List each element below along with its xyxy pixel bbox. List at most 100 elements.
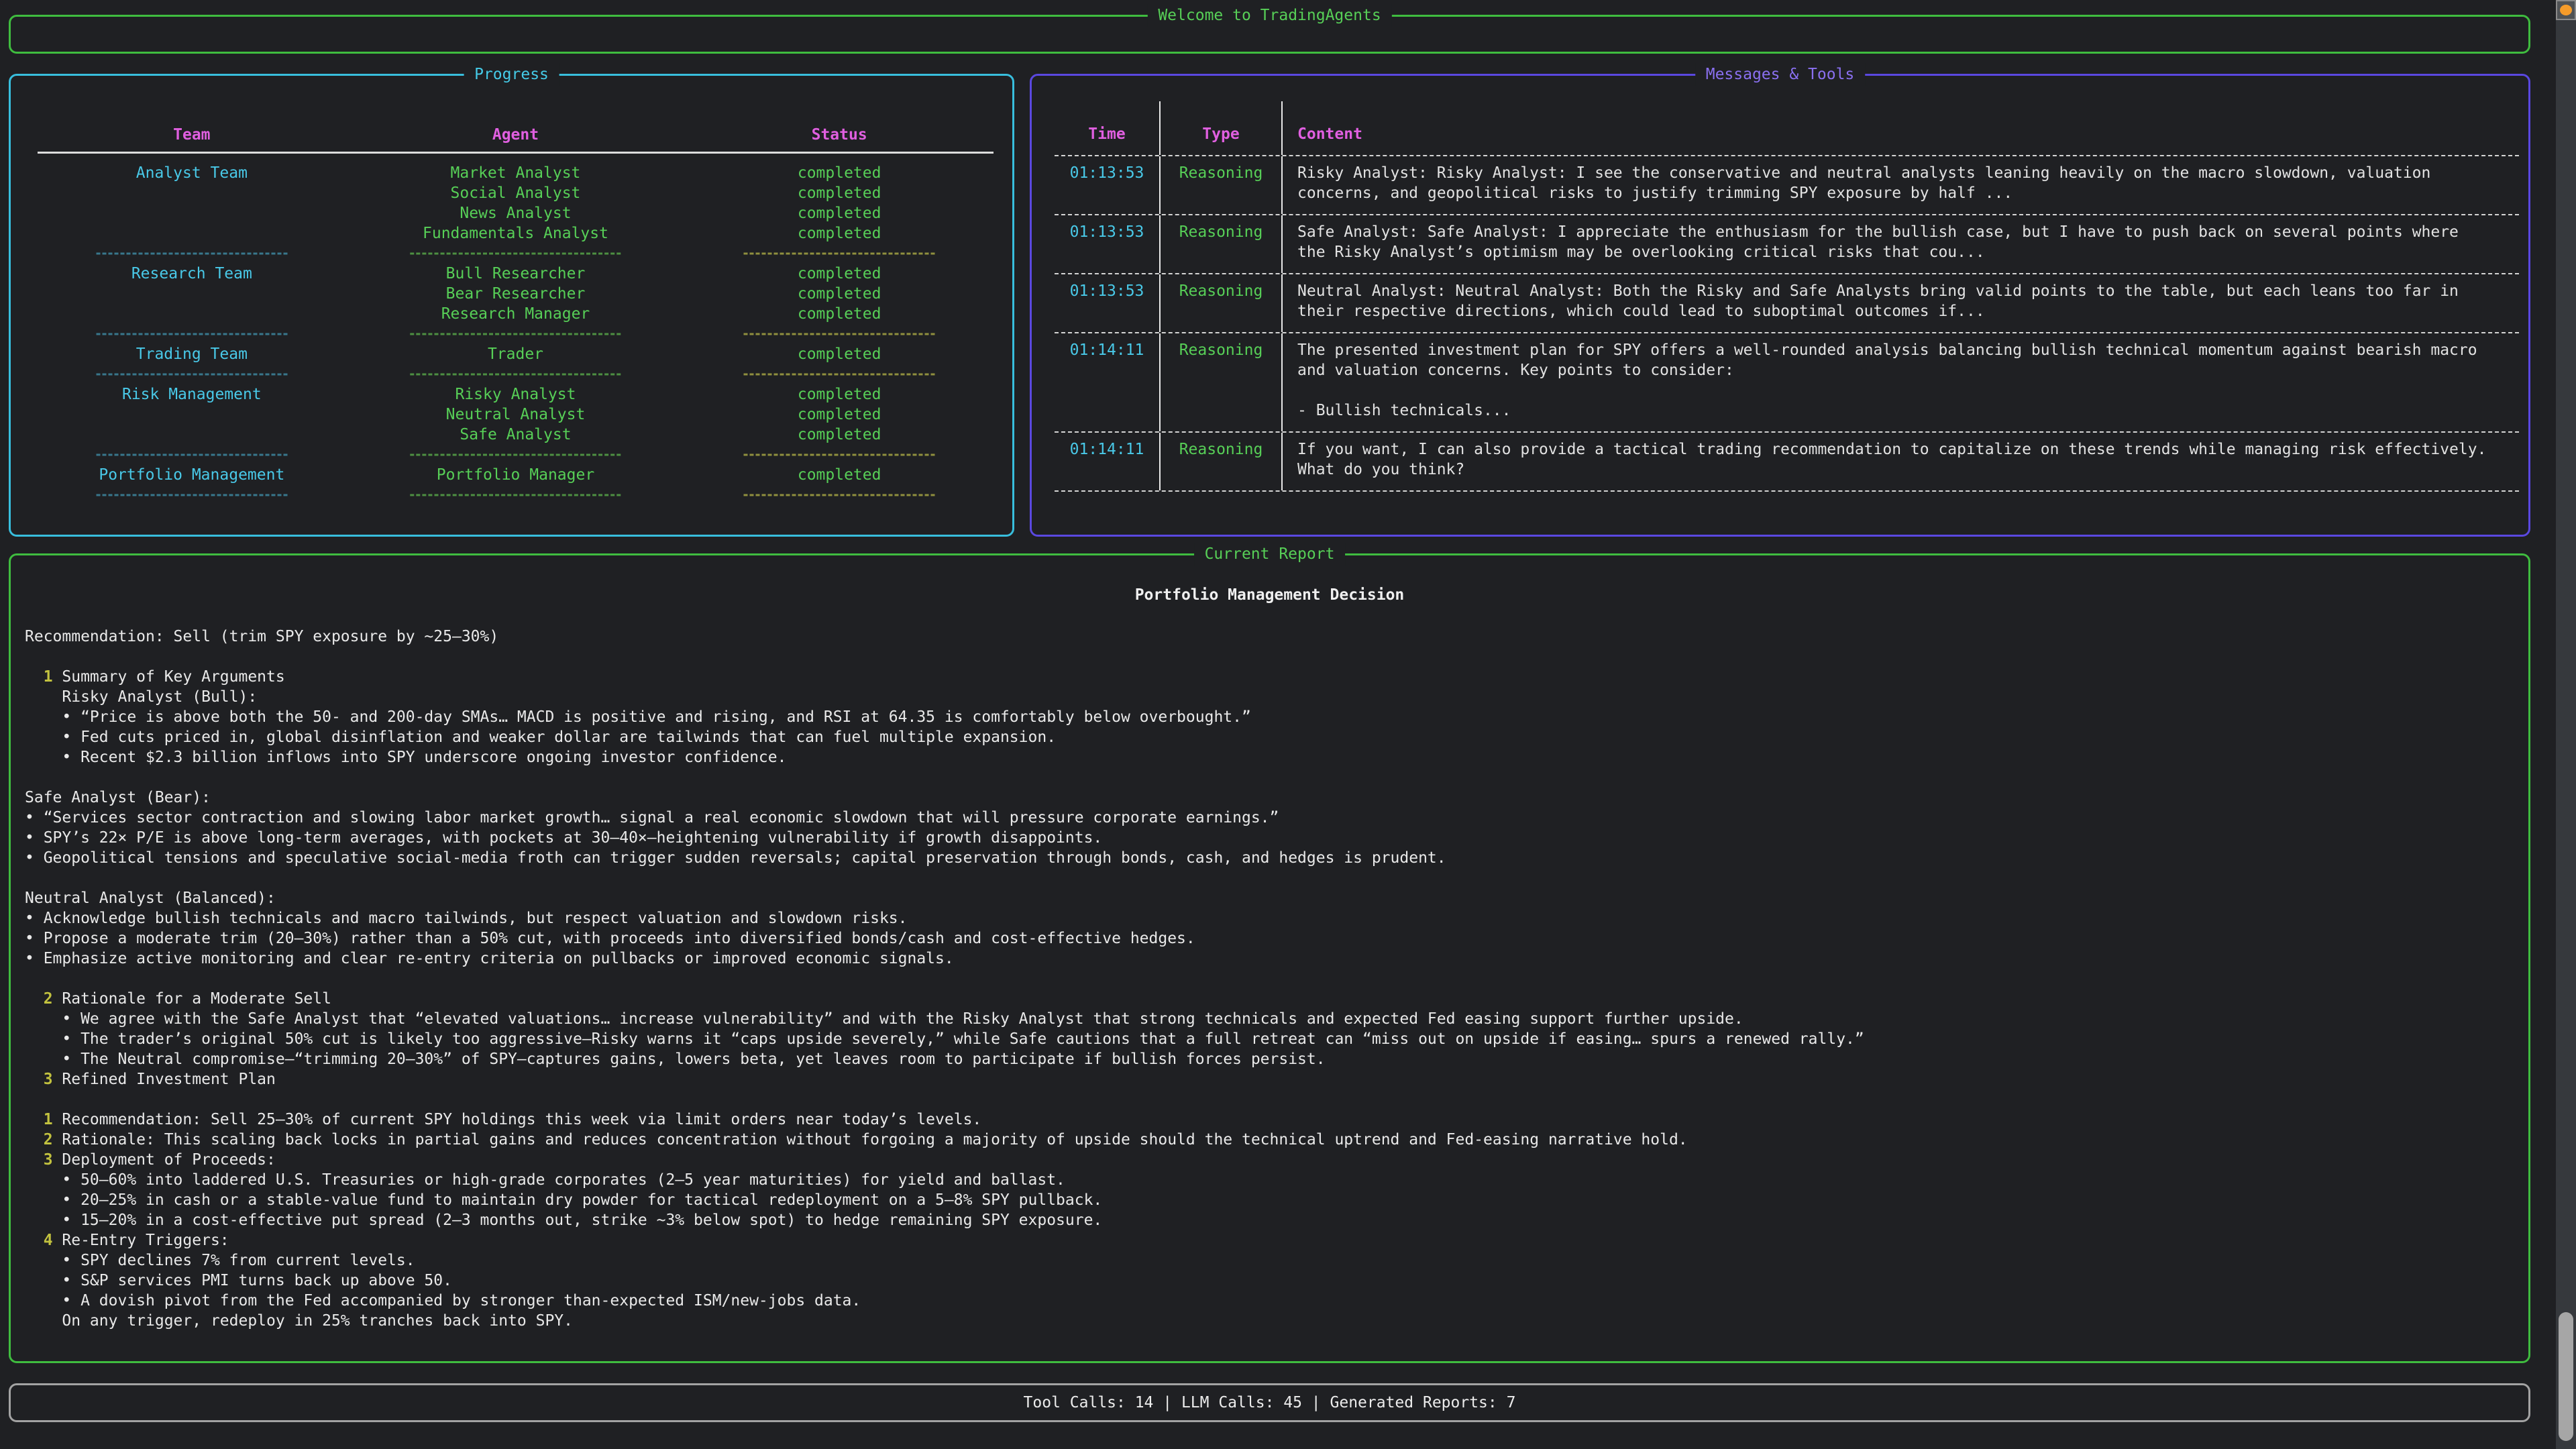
progress-table: Team Agent Status Analyst Team Market An…	[38, 119, 994, 505]
footer-stats-text: Tool Calls: 14 | LLM Calls: 45 | Generat…	[11, 1385, 2528, 1420]
report-line-text: Recommendation: Sell (trim SPY exposure …	[25, 628, 498, 645]
progress-agent-cell: Bear Researcher	[346, 284, 686, 304]
report-line: • Recent $2.3 billion inflows into SPY u…	[25, 747, 2528, 767]
progress-status-cell	[685, 485, 994, 505]
message-type-cell: Reasoning	[1161, 156, 1283, 214]
progress-agent-cell: Social Analyst	[346, 183, 686, 203]
progress-status-cell: completed	[685, 344, 994, 364]
message-type-cell: Reasoning	[1161, 274, 1283, 332]
progress-team-cell	[38, 304, 346, 324]
progress-agent-cell	[346, 244, 686, 264]
report-line-text: • S&P services PMI turns back up above 5…	[25, 1272, 452, 1289]
table-row	[38, 364, 994, 384]
column-header-agent: Agent	[346, 123, 686, 146]
progress-team-cell: Research Team	[38, 264, 346, 284]
column-header-content: Content	[1283, 101, 2519, 155]
messages-table-header: Time Type Content	[1055, 101, 2519, 156]
current-report-panel: Current Report Portfolio Management Deci…	[9, 553, 2530, 1363]
table-row: Neutral Analyst completed	[38, 405, 994, 425]
progress-agent-cell	[346, 364, 686, 384]
progress-agent-cell	[346, 324, 686, 344]
list-number: 3	[25, 1071, 62, 1088]
progress-status-cell: completed	[685, 183, 994, 203]
report-line-text: • SPY’s 22× P/E is above long-term avera…	[25, 829, 1102, 847]
report-line: 1 Recommendation: Sell 25–30% of current…	[25, 1110, 2528, 1130]
message-content-cell: If you want, I can also provide a tactic…	[1283, 433, 2519, 490]
progress-status-cell: completed	[685, 425, 994, 445]
progress-status-cell: completed	[685, 284, 994, 304]
progress-status-cell: completed	[685, 264, 994, 284]
report-line: 2 Rationale for a Moderate Sell	[25, 989, 2528, 1009]
message-type-cell: Reasoning	[1161, 215, 1283, 273]
message-content-cell: Neutral Analyst: Neutral Analyst: Both t…	[1283, 274, 2519, 332]
report-line-text: Recommendation: Sell 25–30% of current S…	[62, 1111, 981, 1128]
progress-agent-cell: Trader	[346, 344, 686, 364]
messages-panel-title: Messages & Tools	[1695, 63, 1866, 86]
report-line-text: • 20–25% in cash or a stable-value fund …	[25, 1191, 1102, 1209]
report-line: 1 Summary of Key Arguments	[25, 667, 2528, 687]
message-time-cell: 01:13:53	[1055, 215, 1161, 273]
table-row: 01:14:11 Reasoning The presented investm…	[1055, 333, 2519, 433]
report-line: • The trader’s original 50% cut is likel…	[25, 1029, 2528, 1049]
table-row: 01:14:11 Reasoning If you want, I can al…	[1055, 433, 2519, 492]
progress-team-cell: Trading Team	[38, 344, 346, 364]
message-time-cell: 01:13:53	[1055, 274, 1161, 332]
table-row: Analyst Team Market Analyst completed	[38, 163, 994, 183]
report-line-text: • 50–60% into laddered U.S. Treasuries o…	[25, 1171, 1065, 1189]
report-line: • 50–60% into laddered U.S. Treasuries o…	[25, 1170, 2528, 1190]
report-line-text: Rationale for a Moderate Sell	[62, 990, 331, 1008]
report-line: 2 Rationale: This scaling back locks in …	[25, 1130, 2528, 1150]
report-line-text: • Fed cuts priced in, global disinflatio…	[25, 729, 1056, 746]
report-line: • SPY’s 22× P/E is above long-term avera…	[25, 828, 2528, 848]
report-line: • 20–25% in cash or a stable-value fund …	[25, 1190, 2528, 1210]
table-row	[38, 244, 994, 264]
message-time-cell: 01:14:11	[1055, 333, 1161, 431]
report-line: • A dovish pivot from the Fed accompanie…	[25, 1291, 2528, 1311]
terminal-screen: Welcome to TradingAgents Progress Team A…	[0, 0, 2576, 1449]
message-content-cell: Risky Analyst: Risky Analyst: I see the …	[1283, 156, 2519, 214]
report-line-text: Summary of Key Arguments	[62, 668, 284, 686]
report-line: 3 Refined Investment Plan	[25, 1069, 2528, 1089]
report-line-text: On any trigger, redeploy in 25% tranches…	[25, 1312, 573, 1330]
table-row: Research Manager completed	[38, 304, 994, 324]
table-row: Portfolio Management Portfolio Manager c…	[38, 465, 994, 485]
report-line-text: • SPY declines 7% from current levels.	[25, 1252, 415, 1269]
scrollbar-marker-button[interactable]	[2556, 0, 2576, 20]
progress-table-body: Analyst Team Market Analyst completed So…	[38, 154, 994, 505]
report-line-text: • 15–20% in a cost-effective put spread …	[25, 1212, 1102, 1229]
progress-status-cell: completed	[685, 223, 994, 244]
message-type-cell: Reasoning	[1161, 433, 1283, 490]
report-line-text: • “Services sector contraction and slowi…	[25, 809, 1279, 826]
report-line: • Geopolitical tensions and speculative …	[25, 848, 2528, 868]
progress-status-cell: completed	[685, 384, 994, 405]
table-row: Safe Analyst completed	[38, 425, 994, 445]
table-row: Fundamentals Analyst completed	[38, 223, 994, 244]
column-header-status: Status	[685, 123, 994, 146]
table-row: Social Analyst completed	[38, 183, 994, 203]
list-number: 1	[25, 668, 62, 686]
welcome-title: Welcome to TradingAgents	[1147, 4, 1391, 27]
scrollbar-track[interactable]	[2556, 0, 2576, 1449]
list-number: 2	[25, 1131, 62, 1148]
table-row: 01:13:53 Reasoning Risky Analyst: Risky …	[1055, 156, 2519, 215]
progress-agent-cell: Risky Analyst	[346, 384, 686, 405]
progress-team-cell	[38, 324, 346, 344]
list-number: 4	[25, 1232, 62, 1249]
progress-agent-cell: Portfolio Manager	[346, 465, 686, 485]
progress-agent-cell: Safe Analyst	[346, 425, 686, 445]
progress-team-cell	[38, 425, 346, 445]
progress-status-cell: completed	[685, 405, 994, 425]
report-line: • Propose a moderate trim (20–30%) rathe…	[25, 928, 2528, 949]
progress-team-cell	[38, 284, 346, 304]
scrollbar-thumb[interactable]	[2559, 1312, 2573, 1441]
footer-stats-panel: Tool Calls: 14 | LLM Calls: 45 | Generat…	[9, 1383, 2530, 1422]
messages-table-body: 01:13:53 Reasoning Risky Analyst: Risky …	[1055, 156, 2519, 492]
report-line: • Fed cuts priced in, global disinflatio…	[25, 727, 2528, 747]
progress-team-cell	[38, 244, 346, 264]
report-line: • S&P services PMI turns back up above 5…	[25, 1271, 2528, 1291]
progress-team-cell	[38, 405, 346, 425]
report-line-text: Risky Analyst (Bull):	[25, 688, 257, 706]
progress-status-cell: completed	[685, 304, 994, 324]
message-content-cell: Safe Analyst: Safe Analyst: I appreciate…	[1283, 215, 2519, 273]
progress-agent-cell: Research Manager	[346, 304, 686, 324]
